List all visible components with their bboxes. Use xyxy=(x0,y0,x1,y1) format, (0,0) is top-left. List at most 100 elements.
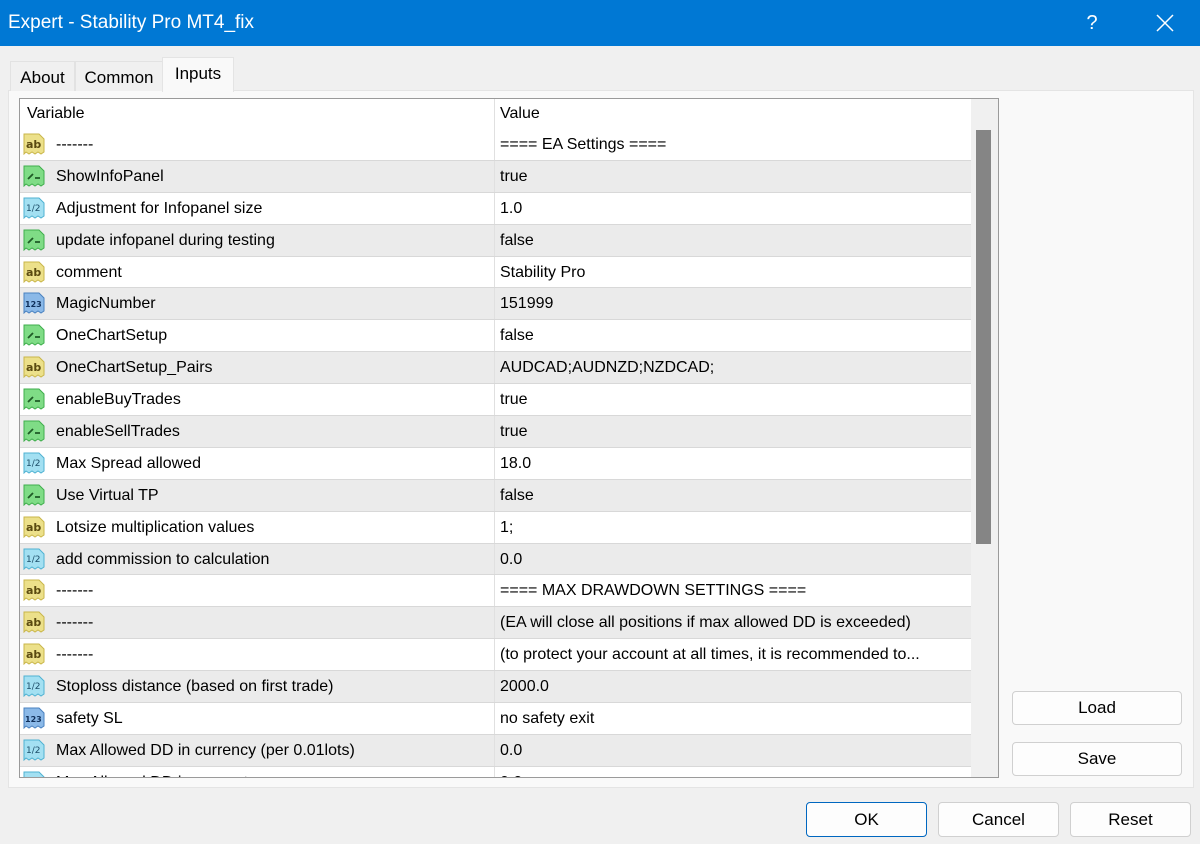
variable-value[interactable]: 0.0 xyxy=(500,774,522,777)
variable-value[interactable]: 1; xyxy=(500,519,513,537)
variable-name: MagicNumber xyxy=(56,295,156,313)
double-icon: 1/2 xyxy=(23,452,45,475)
svg-text:1/2: 1/2 xyxy=(26,204,40,214)
grid-header: Variable Value xyxy=(20,99,971,129)
double-icon: 1/2 xyxy=(23,197,45,219)
table-row[interactable]: ab Lotsize multiplication values 1; xyxy=(20,511,971,544)
table-row[interactable]: 1/2 Max Allowed DD in percentage 0.0 xyxy=(20,766,971,777)
variable-value[interactable]: 151999 xyxy=(500,295,553,313)
variable-value[interactable]: AUDCAD;AUDNZD;NZDCAD; xyxy=(500,359,714,377)
table-row[interactable]: 1/2 add commission to calculation 0.0 xyxy=(20,543,971,576)
variable-name: enableBuyTrades xyxy=(56,391,181,409)
table-row[interactable]: Use Virtual TP false xyxy=(20,479,971,512)
variable-value[interactable]: true xyxy=(500,391,528,409)
variable-value[interactable]: 0.0 xyxy=(500,551,522,569)
table-row[interactable]: 123 MagicNumber 151999 xyxy=(20,288,971,321)
cell-divider xyxy=(494,479,495,511)
window-title: Expert - Stability Pro MT4_fix xyxy=(8,12,255,33)
variable-value[interactable]: (EA will close all positions if max allo… xyxy=(500,614,911,632)
variable-value[interactable]: (to protect your account at all times, i… xyxy=(500,646,920,664)
table-row[interactable]: 123 safety SL no safety exit xyxy=(20,703,971,735)
cell-divider xyxy=(494,384,495,416)
svg-text:ab: ab xyxy=(26,521,41,534)
variable-name: Lotsize multiplication values xyxy=(56,518,255,536)
variable-name: ------- xyxy=(56,614,94,632)
cell-divider xyxy=(494,129,495,160)
variable-name: comment xyxy=(56,263,122,281)
table-row[interactable]: update infopanel during testing false xyxy=(20,224,971,257)
inputs-grid: Variable Value ab ------- ==== EA Settings… xyxy=(19,98,999,778)
cell-divider xyxy=(494,320,495,352)
variable-value[interactable]: ==== EA Settings ==== xyxy=(500,136,666,154)
vertical-scrollbar[interactable] xyxy=(971,99,998,777)
variable-name: add commission to calculation xyxy=(56,550,270,568)
tab-common[interactable]: Common xyxy=(75,61,163,91)
svg-text:1/2: 1/2 xyxy=(26,459,40,469)
table-row[interactable]: 1/2 Stoploss distance (based on first tra… xyxy=(20,671,971,704)
variable-name: ShowInfoPanel xyxy=(56,167,164,185)
cancel-button[interactable]: Cancel xyxy=(938,802,1059,837)
column-divider[interactable] xyxy=(494,99,495,129)
variable-value[interactable]: 0.0 xyxy=(500,742,522,760)
table-row[interactable]: ab OneChartSetup_Pairs AUDCAD;AUDNZD;NZDCA… xyxy=(20,352,971,385)
bool-icon xyxy=(23,229,45,251)
svg-text:1/2: 1/2 xyxy=(26,555,40,565)
variable-name: OneChartSetup_Pairs xyxy=(56,359,213,377)
bool-icon xyxy=(23,388,45,411)
variable-value[interactable]: ==== MAX DRAWDOWN SETTINGS ==== xyxy=(500,582,806,600)
cell-divider xyxy=(494,766,495,777)
variable-name: ------- xyxy=(56,136,94,153)
cell-divider xyxy=(494,671,495,703)
bool-icon xyxy=(23,324,45,347)
reset-button[interactable]: Reset xyxy=(1070,802,1191,837)
svg-text:ab: ab xyxy=(26,648,41,661)
variable-value[interactable]: false xyxy=(500,487,534,505)
variable-value[interactable]: 2000.0 xyxy=(500,678,549,696)
table-row[interactable]: OneChartSetup false xyxy=(20,320,971,353)
int-123-icon: 123 xyxy=(23,292,45,315)
variable-name: Stoploss distance (based on first trade) xyxy=(56,678,334,696)
variable-name: Max Allowed DD in percentage xyxy=(56,774,275,777)
variable-value[interactable]: 18.0 xyxy=(500,455,531,473)
close-button[interactable] xyxy=(1140,0,1190,46)
variable-value[interactable]: true xyxy=(500,423,528,441)
variable-value[interactable]: false xyxy=(500,232,534,250)
variable-name: ------- xyxy=(56,646,94,664)
ab-string-icon: ab xyxy=(23,133,45,156)
table-row[interactable]: ab comment Stability Pro xyxy=(20,256,971,289)
cell-divider xyxy=(494,160,495,192)
svg-text:123: 123 xyxy=(25,715,42,724)
help-button[interactable]: ? xyxy=(1070,0,1114,46)
table-row[interactable]: 1/2 Max Allowed DD in currency (per 0.01l… xyxy=(20,734,971,767)
table-row[interactable]: enableBuyTrades true xyxy=(20,384,971,417)
cell-divider xyxy=(494,256,495,288)
bool-icon xyxy=(23,420,45,443)
column-header-variable[interactable]: Variable xyxy=(27,105,85,123)
table-row[interactable]: 1/2 Max Spread allowed 18.0 xyxy=(20,447,971,480)
load-button[interactable]: Load xyxy=(1012,691,1182,725)
table-row[interactable]: 1/2 Adjustment for Infopanel size 1.0 xyxy=(20,192,971,225)
variable-value[interactable]: false xyxy=(500,327,534,345)
tab-about[interactable]: About xyxy=(10,61,75,91)
table-row[interactable]: ab ------- ==== EA Settings ==== xyxy=(20,129,971,161)
ab-string-icon: ab xyxy=(23,261,45,283)
table-row[interactable]: ab ------- ==== MAX DRAWDOWN SETTINGS ==== xyxy=(20,575,971,608)
ok-button[interactable]: OK xyxy=(806,802,927,837)
svg-text:ab: ab xyxy=(26,361,41,374)
double-icon: 1/2 xyxy=(23,548,45,570)
cell-divider xyxy=(494,511,495,543)
tab-inputs[interactable]: Inputs xyxy=(162,57,234,92)
cell-divider xyxy=(494,224,495,256)
scrollbar-thumb[interactable] xyxy=(976,130,991,544)
save-button[interactable]: Save xyxy=(1012,742,1182,776)
table-row[interactable]: ab ------- (to protect your account at all… xyxy=(20,639,971,672)
variable-value[interactable]: no safety exit xyxy=(500,710,594,728)
variable-value[interactable]: Stability Pro xyxy=(500,264,585,282)
table-row[interactable]: ab ------- (EA will close all positions if… xyxy=(20,607,971,640)
table-row[interactable]: enableSellTrades true xyxy=(20,416,971,448)
column-header-value[interactable]: Value xyxy=(500,105,540,123)
double-icon: 1/2 xyxy=(23,675,45,698)
table-row[interactable]: ShowInfoPanel true xyxy=(20,160,971,193)
variable-value[interactable]: true xyxy=(500,168,528,186)
variable-value[interactable]: 1.0 xyxy=(500,200,522,218)
